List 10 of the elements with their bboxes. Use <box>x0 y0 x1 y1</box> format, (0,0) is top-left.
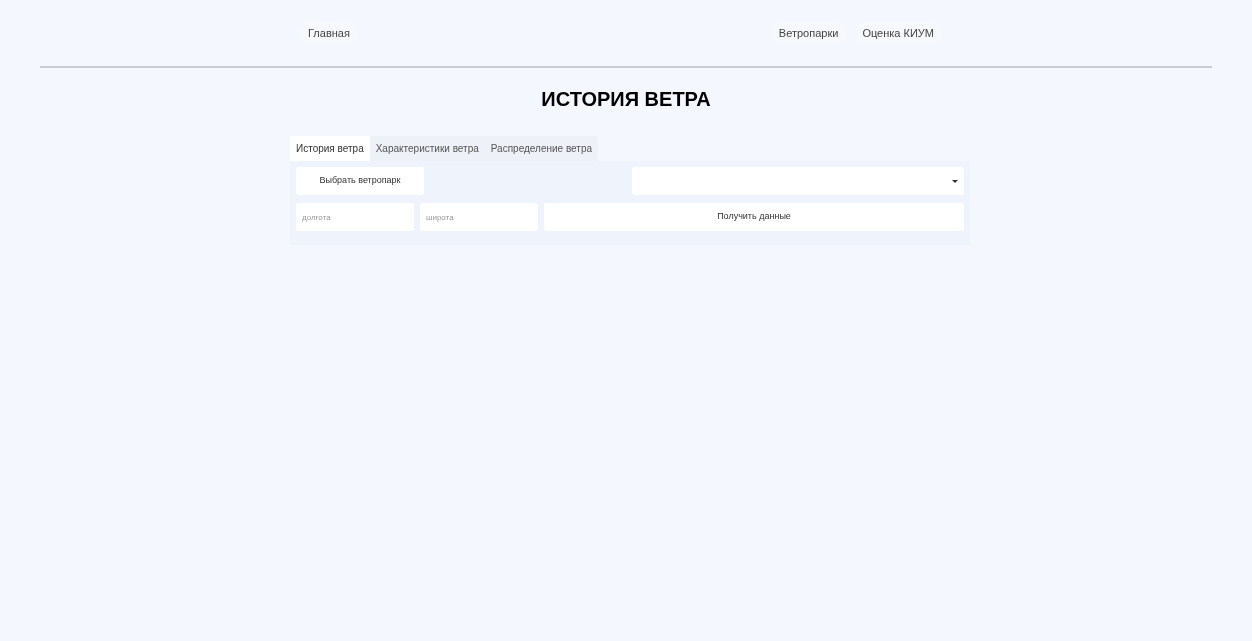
latitude-field[interactable]: широта <box>420 203 538 231</box>
tab[interactable]: Характеристики ветра <box>369 136 485 161</box>
caret-icon <box>952 179 958 183</box>
page-title: ИСТОРИЯ ВЕТРА <box>541 87 711 112</box>
tab[interactable]: История ветра <box>290 136 370 161</box>
tab[interactable]: Распределение ветра <box>484 136 599 161</box>
choose-wind-farm-button[interactable]: Выбрать ветропарк <box>296 167 424 195</box>
get-data-button[interactable]: Получить данные <box>544 203 964 231</box>
longitude-field[interactable]: долгота <box>296 203 414 231</box>
dropdown-field[interactable] <box>632 167 964 195</box>
